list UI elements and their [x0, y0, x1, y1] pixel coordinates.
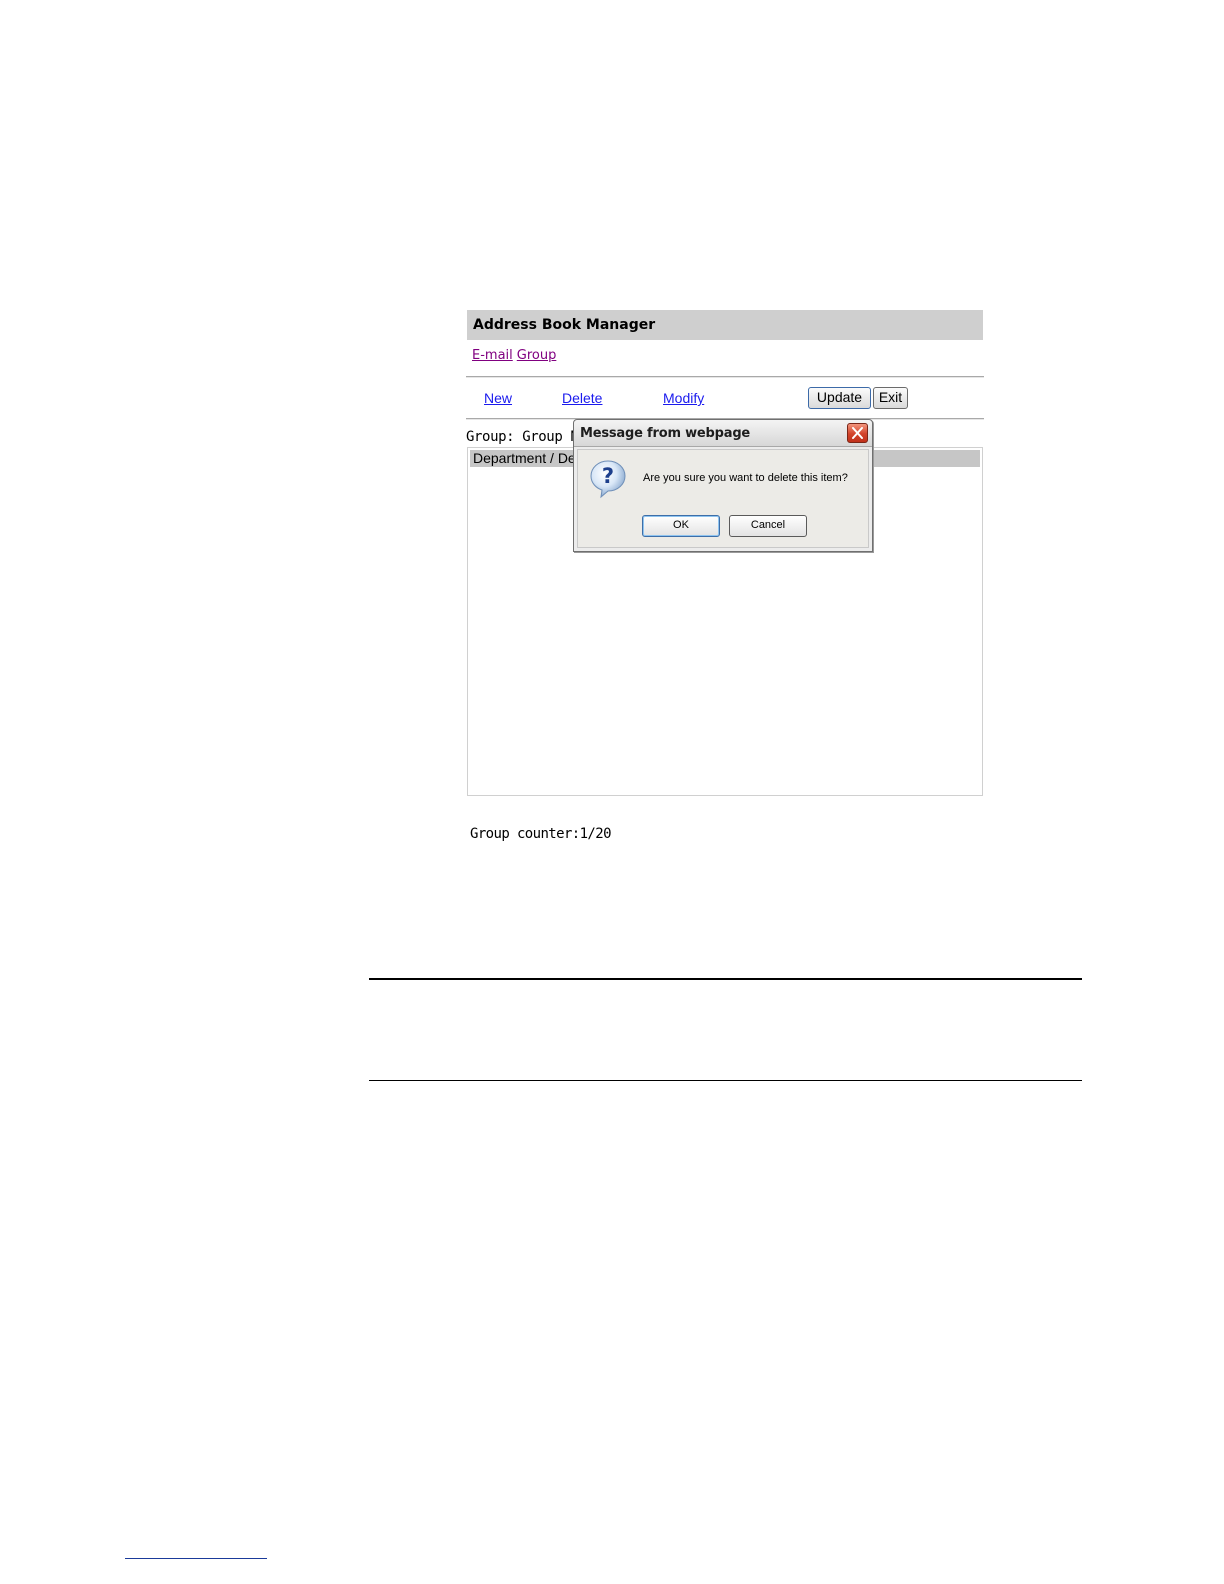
modify-link[interactable]: Modify [663, 390, 704, 406]
exit-button[interactable]: Exit [873, 387, 908, 409]
ok-button[interactable]: OK [642, 515, 720, 537]
confirm-dialog: Message from webpage ? Are you sure you … [573, 419, 873, 552]
address-book-manager: Address Book Manager E-mail Group New Del… [466, 310, 984, 850]
dialog-titlebar[interactable]: Message from webpage [574, 420, 872, 447]
page-divider [369, 1080, 1082, 1081]
nav-links: E-mail Group [472, 348, 560, 363]
page-divider [369, 978, 1082, 980]
divider [466, 376, 984, 378]
dialog-body: ? Are you sure you want to delete this i… [577, 449, 869, 548]
delete-link[interactable]: Delete [562, 390, 602, 406]
nav-link-email[interactable]: E-mail [472, 348, 513, 363]
page-title: Address Book Manager [467, 310, 983, 340]
dialog-message: Are you sure you want to delete this ite… [643, 472, 848, 484]
svg-text:?: ? [602, 464, 614, 488]
nav-link-group[interactable]: Group [517, 348, 557, 363]
group-label: Group: Group Name [466, 429, 576, 445]
new-link[interactable]: New [484, 390, 512, 406]
close-button[interactable] [847, 423, 868, 443]
dialog-title: Message from webpage [580, 426, 751, 441]
group-counter: Group counter:1/20 [470, 826, 612, 842]
footnote-rule [125, 1558, 267, 1559]
close-icon [852, 427, 863, 439]
cancel-button[interactable]: Cancel [729, 515, 807, 537]
question-icon: ? [590, 460, 626, 499]
update-button[interactable]: Update [808, 387, 871, 409]
